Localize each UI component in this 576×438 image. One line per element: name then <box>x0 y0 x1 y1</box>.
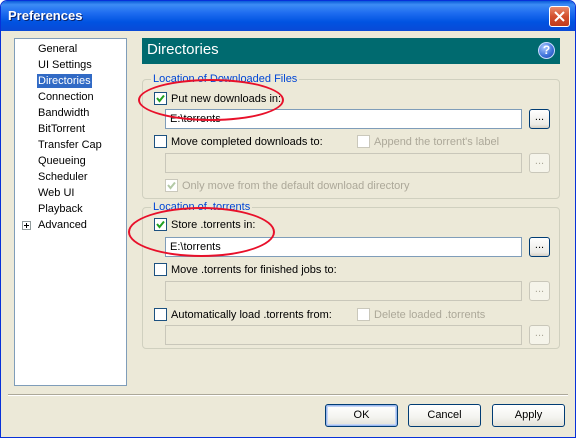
close-button[interactable] <box>549 6 570 27</box>
auto-load-path-input <box>165 325 522 345</box>
auto-load-checkbox[interactable] <box>154 308 167 321</box>
nav-item-web-ui[interactable]: Web UI <box>37 186 75 200</box>
footer-divider <box>8 394 568 396</box>
preferences-window: Preferences General UI Settings Director… <box>0 0 576 438</box>
nav-item-transfer-cap[interactable]: Transfer Cap <box>37 138 103 152</box>
nav-item-connection[interactable]: Connection <box>37 90 95 104</box>
nav-item-queueing[interactable]: Queueing <box>37 154 87 168</box>
title-bar[interactable]: Preferences <box>1 1 575 31</box>
put-new-downloads-checkbox[interactable] <box>154 92 167 105</box>
section-header: Directories ? <box>142 38 560 64</box>
nav-item-bandwidth[interactable]: Bandwidth <box>37 106 90 120</box>
only-move-default-checkbox <box>165 179 178 192</box>
append-label-label: Append the torrent's label <box>374 136 500 148</box>
put-new-downloads-label: Put new downloads in: <box>171 93 282 105</box>
move-completed-path-input <box>165 153 522 173</box>
move-finished-browse-button: ... <box>529 281 550 301</box>
expand-plus-icon[interactable] <box>22 221 31 230</box>
torrents-location-group: Location of .torrents Store .torrents in… <box>142 201 560 349</box>
move-finished-path-input <box>165 281 522 301</box>
put-new-downloads-path-input[interactable]: E:\torrents <box>165 109 522 129</box>
store-torrents-path-input[interactable]: E:\torrents <box>165 237 522 257</box>
nav-item-directories[interactable]: Directories <box>37 74 92 88</box>
checkmark-icon <box>156 94 165 103</box>
window-title: Preferences <box>8 8 83 23</box>
move-finished-checkbox[interactable] <box>154 263 167 276</box>
help-icon[interactable]: ? <box>538 42 555 59</box>
torrents-location-legend: Location of .torrents <box>151 201 253 213</box>
auto-load-label: Automatically load .torrents from: <box>171 309 332 321</box>
nav-item-bittorrent[interactable]: BitTorrent <box>37 122 86 136</box>
nav-item-ui-settings[interactable]: UI Settings <box>37 58 93 72</box>
close-icon <box>554 11 565 22</box>
downloaded-files-legend: Location of Downloaded Files <box>151 73 300 85</box>
ok-button[interactable]: OK <box>325 404 398 427</box>
move-completed-checkbox[interactable] <box>154 135 167 148</box>
move-completed-browse-button: ... <box>529 153 550 173</box>
delete-loaded-checkbox <box>357 308 370 321</box>
store-torrents-checkbox[interactable] <box>154 218 167 231</box>
cancel-button[interactable]: Cancel <box>408 404 481 427</box>
auto-load-browse-button: ... <box>529 325 550 345</box>
apply-button[interactable]: Apply <box>492 404 565 427</box>
checkmark-icon <box>167 181 176 190</box>
append-label-checkbox <box>357 135 370 148</box>
store-torrents-label: Store .torrents in: <box>171 219 256 231</box>
downloaded-files-group: Location of Downloaded Files Put new dow… <box>142 73 560 199</box>
delete-loaded-label: Delete loaded .torrents <box>374 309 486 321</box>
preferences-nav-tree: General UI Settings Directories Connecti… <box>14 38 127 386</box>
checkmark-icon <box>156 220 165 229</box>
nav-item-scheduler[interactable]: Scheduler <box>37 170 89 184</box>
put-new-downloads-browse-button[interactable]: ... <box>529 109 550 129</box>
page-title: Directories <box>147 41 219 58</box>
move-completed-label: Move completed downloads to: <box>171 136 323 148</box>
nav-item-playback[interactable]: Playback <box>37 202 84 216</box>
only-move-default-label: Only move from the default download dire… <box>182 180 410 192</box>
move-finished-label: Move .torrents for finished jobs to: <box>171 264 337 276</box>
store-torrents-browse-button[interactable]: ... <box>529 237 550 257</box>
nav-item-advanced[interactable]: Advanced <box>37 218 88 232</box>
nav-item-general[interactable]: General <box>37 42 78 56</box>
